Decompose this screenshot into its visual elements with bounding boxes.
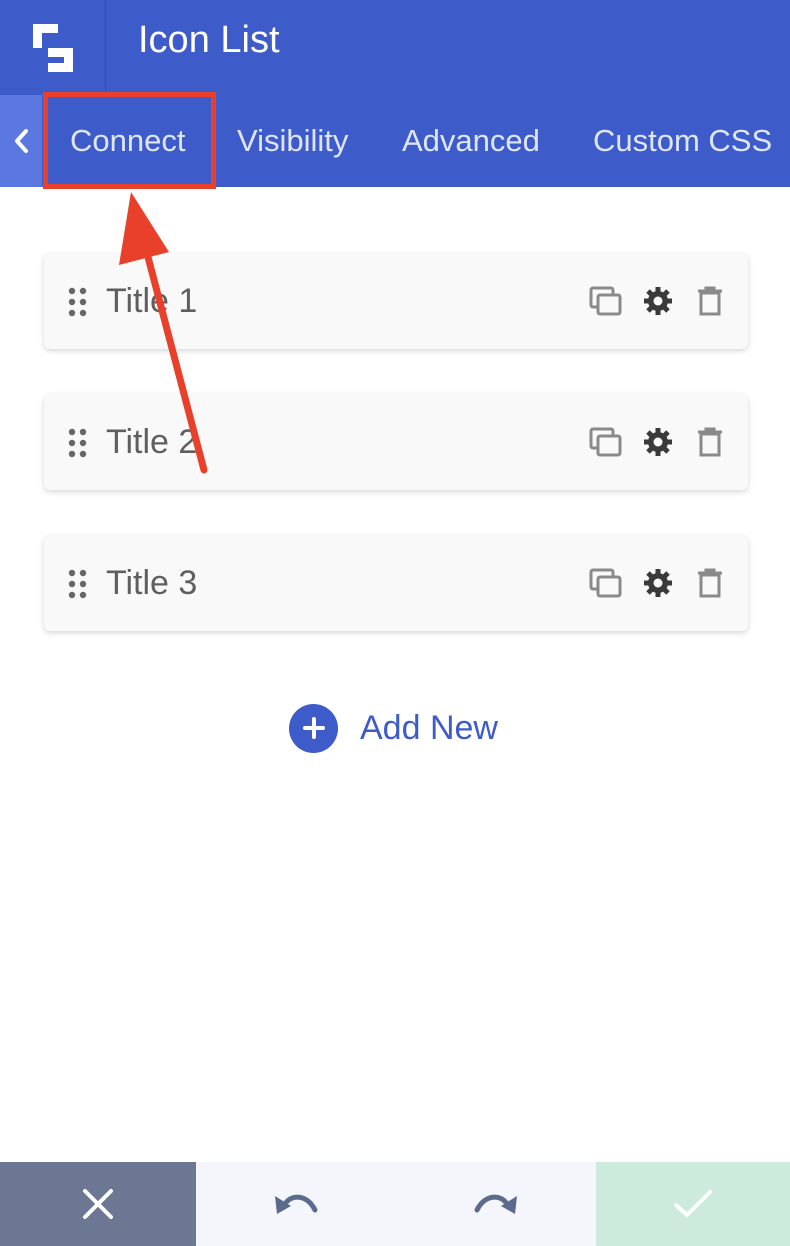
list-item-actions [572, 424, 728, 460]
delete-button[interactable] [692, 424, 728, 460]
tab-visibility[interactable]: Visibility [237, 95, 348, 187]
add-new-button[interactable]: Add New [289, 703, 498, 753]
list-item[interactable]: Title 1 [44, 253, 748, 349]
list-item[interactable]: Title 3 [44, 535, 748, 631]
trash-icon [698, 568, 722, 598]
undo-button[interactable] [196, 1162, 396, 1246]
panel-header: Icon List [0, 0, 790, 95]
close-icon [83, 1189, 113, 1219]
tab-connect[interactable]: Connect [70, 95, 185, 187]
settings-gear-icon [644, 287, 672, 315]
settings-gear-icon [644, 569, 672, 597]
checkmark-icon [674, 1190, 712, 1217]
delete-button[interactable] [692, 565, 728, 601]
drag-handle-icon[interactable] [68, 287, 88, 317]
panel-title: Icon List [138, 19, 280, 61]
cancel-button[interactable] [0, 1162, 196, 1246]
trash-icon [698, 286, 722, 316]
tab-advanced[interactable]: Advanced [402, 95, 540, 187]
duplicate-icon [589, 427, 622, 457]
redo-icon [474, 1194, 517, 1214]
list-item-title: Title 3 [106, 564, 198, 602]
tab-scroll-back-button[interactable] [0, 95, 42, 187]
beaver-builder-logo-icon [32, 23, 73, 72]
plus-circle-icon [289, 703, 338, 753]
duplicate-button[interactable] [588, 565, 624, 601]
chevron-left-icon [15, 129, 28, 153]
settings-gear-icon [644, 428, 672, 456]
duplicate-button[interactable] [588, 283, 624, 319]
settings-button[interactable] [640, 565, 676, 601]
redo-button[interactable] [396, 1162, 596, 1246]
add-new-label: Add New [360, 708, 498, 747]
settings-button[interactable] [640, 283, 676, 319]
tab-bar: Connect Visibility Advanced Custom CSS [0, 95, 790, 187]
delete-button[interactable] [692, 283, 728, 319]
drag-handle-icon[interactable] [68, 428, 88, 458]
trash-icon [698, 427, 722, 457]
list-item-actions [572, 283, 728, 319]
duplicate-icon [589, 568, 622, 598]
logo [0, 0, 106, 95]
settings-button[interactable] [640, 424, 676, 460]
list-item-title: Title 1 [106, 282, 198, 320]
tab-custom-css[interactable]: Custom CSS [593, 95, 772, 187]
duplicate-icon [589, 286, 622, 316]
drag-handle-icon[interactable] [68, 569, 88, 599]
save-button[interactable] [596, 1162, 790, 1246]
list-item-title: Title 2 [106, 423, 198, 461]
list-item-actions [572, 565, 728, 601]
undo-icon [275, 1194, 318, 1214]
panel-footer [0, 1162, 790, 1246]
duplicate-button[interactable] [588, 424, 624, 460]
list-item[interactable]: Title 2 [44, 394, 748, 490]
